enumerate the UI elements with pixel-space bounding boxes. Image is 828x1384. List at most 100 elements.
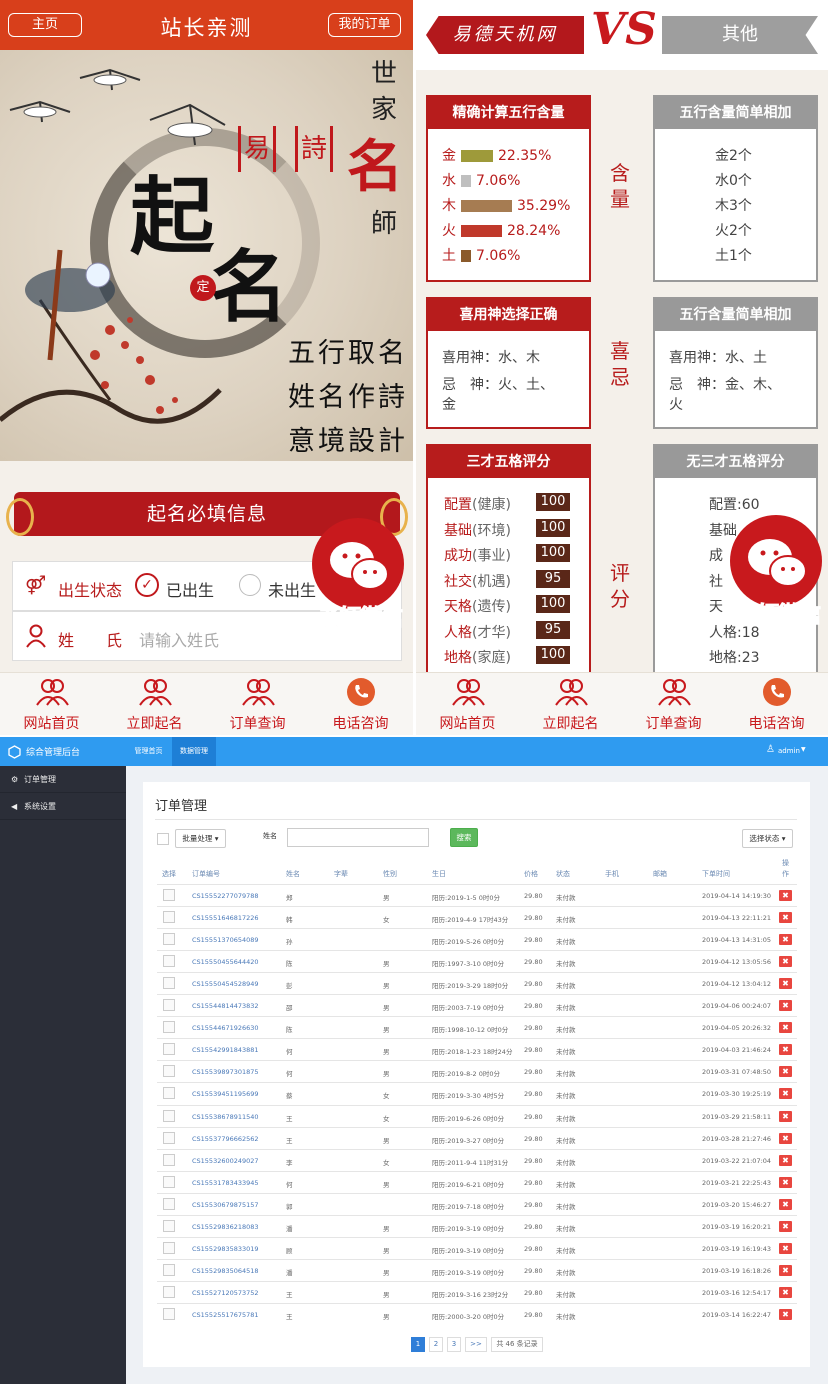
delete-icon[interactable]: ✖ bbox=[779, 934, 792, 946]
surname-input[interactable]: 请输入姓氏 bbox=[139, 627, 219, 651]
nav-phone[interactable]: 电话咨询 bbox=[725, 677, 828, 733]
teacher-wechat-badge[interactable]: 老師微信 bbox=[726, 515, 826, 635]
table-cell: 阳历:1998-10-12 0时0分 bbox=[432, 1026, 509, 1035]
order-id-link[interactable]: CS15552277079788 bbox=[192, 892, 259, 900]
delete-icon[interactable]: ✖ bbox=[779, 1220, 792, 1232]
page-2-button[interactable]: 2 bbox=[429, 1337, 443, 1352]
delete-icon[interactable]: ✖ bbox=[779, 912, 792, 924]
delete-icon[interactable]: ✖ bbox=[779, 1022, 792, 1034]
delete-icon[interactable]: ✖ bbox=[779, 890, 792, 901]
row-checkbox[interactable] bbox=[163, 1307, 175, 1320]
order-id-link[interactable]: CS15539897301875 bbox=[192, 1068, 259, 1076]
tab-admin-home[interactable]: 管理首页 bbox=[126, 737, 171, 766]
order-id-link[interactable]: CS15542991843881 bbox=[192, 1046, 259, 1054]
order-id-link[interactable]: CS15551370654089 bbox=[192, 936, 259, 944]
home-button[interactable]: 主页 bbox=[8, 13, 82, 37]
nav-start-naming[interactable]: 立即起名 bbox=[519, 677, 622, 733]
row-checkbox[interactable] bbox=[163, 1021, 175, 1034]
delete-icon[interactable]: ✖ bbox=[779, 1088, 792, 1100]
nav-phone[interactable]: 电话咨询 bbox=[309, 677, 412, 733]
order-id-link[interactable]: CS15551646817226 bbox=[192, 914, 259, 922]
delete-icon[interactable]: ✖ bbox=[779, 1176, 792, 1188]
row-checkbox[interactable] bbox=[163, 933, 175, 946]
delete-icon[interactable]: ✖ bbox=[779, 1110, 792, 1122]
admin-user-menu[interactable]: admin bbox=[778, 747, 800, 755]
row-checkbox[interactable] bbox=[163, 1087, 175, 1100]
table-cell: 未付款 bbox=[556, 916, 576, 925]
delete-icon[interactable]: ✖ bbox=[779, 956, 792, 968]
score-value: 100 bbox=[536, 544, 570, 562]
delete-icon[interactable]: ✖ bbox=[779, 1264, 792, 1276]
select-all-checkbox[interactable] bbox=[157, 833, 169, 845]
order-id-link[interactable]: CS15550454528949 bbox=[192, 980, 259, 988]
table-cell: 2019-04-12 13:04:12 bbox=[702, 980, 772, 989]
page-1-button[interactable]: 1 bbox=[411, 1337, 425, 1352]
row-checkbox[interactable] bbox=[163, 1109, 175, 1122]
name-search-input[interactable] bbox=[287, 828, 429, 847]
order-id-link[interactable]: CS15539451195699 bbox=[192, 1090, 259, 1098]
nav-order-query[interactable]: 订单查询 bbox=[622, 677, 725, 733]
table-cell: 2019-03-30 19:25:19 bbox=[702, 1090, 772, 1099]
order-id-link[interactable]: CS15527120573752 bbox=[192, 1289, 259, 1297]
order-id-link[interactable]: CS15550455644420 bbox=[192, 958, 259, 966]
table-row: CS15529835064518 潘 男 阳历:2019-3-19 0时0分 29.80… bbox=[157, 1258, 797, 1281]
row-checkbox[interactable] bbox=[163, 977, 175, 990]
nav-home[interactable]: 网站首页 bbox=[416, 677, 519, 733]
table-cell: 未付款 bbox=[556, 1246, 576, 1255]
row-checkbox[interactable] bbox=[163, 1263, 175, 1276]
row-checkbox[interactable] bbox=[163, 1241, 175, 1254]
order-id-link[interactable]: CS15544671926630 bbox=[192, 1024, 259, 1032]
row-checkbox[interactable] bbox=[163, 955, 175, 968]
nav-home[interactable]: 网站首页 bbox=[0, 677, 103, 733]
nav-start-naming[interactable]: 立即起名 bbox=[103, 677, 206, 733]
sidebar-item-settings[interactable]: ◀ 系统设置 bbox=[0, 793, 126, 820]
person-icon bbox=[25, 624, 47, 648]
next-pages-button[interactable]: >> bbox=[465, 1337, 487, 1352]
row-checkbox[interactable] bbox=[163, 1219, 175, 1232]
delete-icon[interactable]: ✖ bbox=[779, 1242, 792, 1254]
search-button[interactable]: 搜索 bbox=[450, 828, 478, 847]
row-checkbox[interactable] bbox=[163, 911, 175, 924]
order-id-link[interactable]: CS15530679875157 bbox=[192, 1201, 259, 1209]
tab-data-management[interactable]: 数据管理 bbox=[172, 737, 216, 766]
option-born[interactable]: 已出生 bbox=[166, 577, 214, 601]
row-checkbox[interactable] bbox=[163, 1131, 175, 1144]
batch-process-button[interactable]: 批量处理 ▾ bbox=[175, 829, 226, 848]
order-id-link[interactable]: CS15529835833019 bbox=[192, 1245, 259, 1253]
row-checkbox[interactable] bbox=[163, 1065, 175, 1078]
page-3-button[interactable]: 3 bbox=[447, 1337, 461, 1352]
delete-icon[interactable]: ✖ bbox=[779, 1132, 792, 1144]
my-orders-button[interactable]: 我的订单 bbox=[328, 13, 401, 37]
order-id-link[interactable]: CS15529836218083 bbox=[192, 1223, 259, 1231]
table-cell: 顾 bbox=[286, 1246, 293, 1255]
row-checkbox[interactable] bbox=[163, 1153, 175, 1166]
order-id-link[interactable]: CS15531783433945 bbox=[192, 1179, 259, 1187]
order-id-link[interactable]: CS15525517675781 bbox=[192, 1311, 259, 1319]
delete-icon[interactable]: ✖ bbox=[779, 1198, 792, 1210]
row-checkbox[interactable] bbox=[163, 1043, 175, 1056]
delete-icon[interactable]: ✖ bbox=[779, 1066, 792, 1078]
order-id-link[interactable]: CS15529835064518 bbox=[192, 1267, 259, 1275]
row-checkbox[interactable] bbox=[163, 1285, 175, 1298]
delete-icon[interactable]: ✖ bbox=[779, 978, 792, 990]
delete-icon[interactable]: ✖ bbox=[779, 1000, 792, 1012]
table-cell: 女 bbox=[383, 1114, 390, 1123]
select-status-dropdown[interactable]: 选择状态 ▾ bbox=[742, 829, 793, 848]
checked-radio-icon[interactable]: ✓ bbox=[135, 573, 159, 597]
order-id-link[interactable]: CS15538678911540 bbox=[192, 1113, 259, 1121]
teacher-wechat-badge[interactable]: 老師微信 bbox=[308, 518, 408, 638]
nav-order-query[interactable]: 订单查询 bbox=[206, 677, 309, 733]
delete-icon[interactable]: ✖ bbox=[779, 1286, 792, 1298]
delete-icon[interactable]: ✖ bbox=[779, 1308, 792, 1320]
row-checkbox[interactable] bbox=[163, 889, 175, 901]
order-id-link[interactable]: CS15532600249027 bbox=[192, 1157, 259, 1165]
delete-icon[interactable]: ✖ bbox=[779, 1154, 792, 1166]
sidebar-item-orders[interactable]: ⚙ 订单管理 bbox=[0, 766, 126, 793]
delete-icon[interactable]: ✖ bbox=[779, 1044, 792, 1056]
order-id-link[interactable]: CS15537796662562 bbox=[192, 1135, 259, 1143]
order-id-link[interactable]: CS15544814473832 bbox=[192, 1002, 259, 1010]
unchecked-radio-icon[interactable] bbox=[239, 574, 261, 596]
row-checkbox[interactable] bbox=[163, 999, 175, 1012]
row-checkbox[interactable] bbox=[163, 1175, 175, 1188]
row-checkbox[interactable] bbox=[163, 1197, 175, 1210]
